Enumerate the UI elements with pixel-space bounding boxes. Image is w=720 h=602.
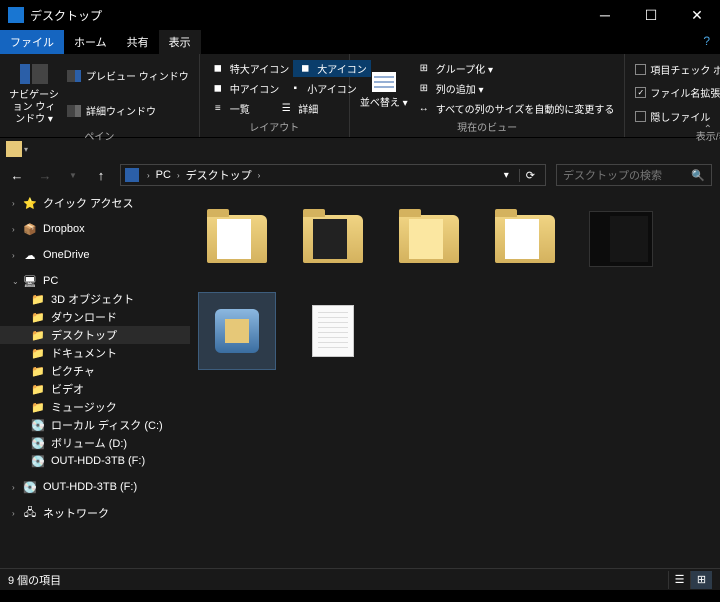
ribbon-group-layout-label: レイアウト xyxy=(206,119,343,133)
search-placeholder: デスクトップの検索 xyxy=(563,167,662,183)
view-icons-button[interactable]: ⊞ xyxy=(690,571,712,589)
search-input[interactable]: デスクトップの検索 🔍 xyxy=(556,164,712,186)
tab-share[interactable]: 共有 xyxy=(117,30,159,54)
file-item[interactable] xyxy=(582,200,660,278)
navigation-pane-label: ナビゲーション ウィンドウ ▾ xyxy=(8,90,60,126)
breadcrumb-history-dropdown[interactable]: ▾ xyxy=(498,170,515,181)
tree-pc[interactable]: ⌄🖥PC xyxy=(0,272,190,290)
chevron-right-icon[interactable]: › xyxy=(143,171,154,180)
folder-item[interactable] xyxy=(486,200,564,278)
refresh-button[interactable]: ⟳ xyxy=(519,169,541,182)
file-item-selected[interactable] xyxy=(198,292,276,370)
help-icon[interactable]: ? xyxy=(703,34,710,48)
ribbon: ナビゲーション ウィンドウ ▾ プレビュー ウィンドウ 詳細ウィンドウ ペイン … xyxy=(0,54,720,138)
ribbon-group-layout: ◼特大アイコン ◼大アイコン ◼中アイコン ▪小アイコン ≡一覧 ☰詳細 レイア… xyxy=(200,54,350,137)
address-bar: ← → ▼ ↑ › PC › デスクトップ › ▾ ⟳ デスクトップの検索 🔍 xyxy=(0,160,720,190)
item-count-label: 9 個の項目 xyxy=(8,572,61,588)
up-button[interactable]: ↑ xyxy=(92,168,110,183)
tree-local-disk-c[interactable]: 💽ローカル ディスク (C:) xyxy=(0,416,190,434)
layout-details[interactable]: ☰詳細 xyxy=(274,100,343,117)
folder-item[interactable] xyxy=(198,200,276,278)
folder-item[interactable] xyxy=(390,200,468,278)
maximize-button[interactable]: ☐ xyxy=(628,0,674,30)
recent-dropdown[interactable]: ▼ xyxy=(64,171,82,180)
ribbon-group-panes-label: ペイン xyxy=(6,128,193,142)
ribbon-tabs: ファイル ホーム 共有 表示 ? xyxy=(0,30,720,54)
hidden-files-toggle[interactable]: 隠しファイル xyxy=(631,108,720,125)
breadcrumb[interactable]: › PC › デスクトップ › ▾ ⟳ xyxy=(120,164,546,186)
layout-medium[interactable]: ◼中アイコン xyxy=(206,80,284,97)
tab-file[interactable]: ファイル xyxy=(0,30,64,54)
chevron-right-icon[interactable]: › xyxy=(254,171,265,180)
chevron-right-icon[interactable]: › xyxy=(173,171,184,180)
main-area: ›⭐クイック アクセス ›📦Dropbox ›☁OneDrive ⌄🖥PC 📁3… xyxy=(0,190,720,568)
tree-out-hdd-root[interactable]: ›💽OUT-HDD-3TB (F:) xyxy=(0,478,190,496)
tree-quick-access[interactable]: ›⭐クイック アクセス xyxy=(0,194,190,212)
sort-button[interactable]: 並べ替え ▾ xyxy=(356,58,412,119)
titlebar: デスクトップ ─ ☐ ✕ xyxy=(0,0,720,30)
ribbon-group-currentview-label: 現在のビュー xyxy=(356,119,619,133)
tree-onedrive[interactable]: ›☁OneDrive xyxy=(0,246,190,264)
navigation-pane-button[interactable]: ナビゲーション ウィンドウ ▾ xyxy=(6,58,62,128)
location-icon xyxy=(125,168,139,182)
tree-network[interactable]: ›🖧ネットワーク xyxy=(0,504,190,522)
ribbon-collapse-button[interactable]: ⌃ xyxy=(704,124,712,135)
tree-3d-objects[interactable]: 📁3D オブジェクト xyxy=(0,290,190,308)
app-icon xyxy=(8,7,24,23)
group-by-button[interactable]: ⊞グループ化 ▾ xyxy=(412,60,619,77)
close-button[interactable]: ✕ xyxy=(674,0,720,30)
file-list[interactable] xyxy=(190,190,720,568)
tree-out-hdd-f[interactable]: 💽OUT-HDD-3TB (F:) xyxy=(0,452,190,470)
ribbon-group-panes: ナビゲーション ウィンドウ ▾ プレビュー ウィンドウ 詳細ウィンドウ ペイン xyxy=(0,54,200,137)
add-columns-button[interactable]: ⊞列の追加 ▾ xyxy=(412,80,619,97)
tree-videos[interactable]: 📁ビデオ xyxy=(0,380,190,398)
item-checkboxes-toggle[interactable]: 項目チェック ボックス xyxy=(631,61,720,78)
sort-label: 並べ替え ▾ xyxy=(360,98,408,110)
window-title: デスクトップ xyxy=(30,7,582,24)
back-button[interactable]: ← xyxy=(8,168,26,183)
file-item[interactable] xyxy=(294,292,372,370)
tab-view[interactable]: 表示 xyxy=(159,30,201,54)
layout-extra-large[interactable]: ◼特大アイコン xyxy=(206,60,294,77)
breadcrumb-desktop[interactable]: デスクトップ xyxy=(184,167,254,183)
tree-music[interactable]: 📁ミュージック xyxy=(0,398,190,416)
details-pane-button[interactable]: 詳細ウィンドウ xyxy=(62,102,193,119)
status-bar: 9 個の項目 ☰ ⊞ xyxy=(0,568,720,590)
tree-pictures[interactable]: 📁ピクチャ xyxy=(0,362,190,380)
autosize-columns-button[interactable]: ↔すべての列のサイズを自動的に変更する xyxy=(412,100,619,117)
navigation-tree: ›⭐クイック アクセス ›📦Dropbox ›☁OneDrive ⌄🖥PC 📁3… xyxy=(0,190,190,568)
ribbon-group-currentview: 並べ替え ▾ ⊞グループ化 ▾ ⊞列の追加 ▾ ↔すべての列のサイズを自動的に変… xyxy=(350,54,626,137)
search-icon: 🔍 xyxy=(691,169,705,182)
tree-desktop[interactable]: 📁デスクトップ xyxy=(0,326,190,344)
forward-button[interactable]: → xyxy=(36,168,54,183)
layout-list[interactable]: ≡一覧 xyxy=(206,100,275,117)
preview-pane-button[interactable]: プレビュー ウィンドウ xyxy=(62,67,193,84)
breadcrumb-pc[interactable]: PC xyxy=(154,169,173,181)
folder-item[interactable] xyxy=(294,200,372,278)
tree-dropbox[interactable]: ›📦Dropbox xyxy=(0,220,190,238)
tab-home[interactable]: ホーム xyxy=(64,30,117,54)
file-extensions-toggle[interactable]: ✓ファイル名拡張子 xyxy=(631,84,720,101)
view-details-button[interactable]: ☰ xyxy=(668,571,690,589)
minimize-button[interactable]: ─ xyxy=(582,0,628,30)
qat-dropdown[interactable]: ▾ xyxy=(24,145,28,154)
folder-icon xyxy=(6,141,22,157)
tree-volume-d[interactable]: 💽ボリューム (D:) xyxy=(0,434,190,452)
tree-downloads[interactable]: 📁ダウンロード xyxy=(0,308,190,326)
tree-documents[interactable]: 📁ドキュメント xyxy=(0,344,190,362)
